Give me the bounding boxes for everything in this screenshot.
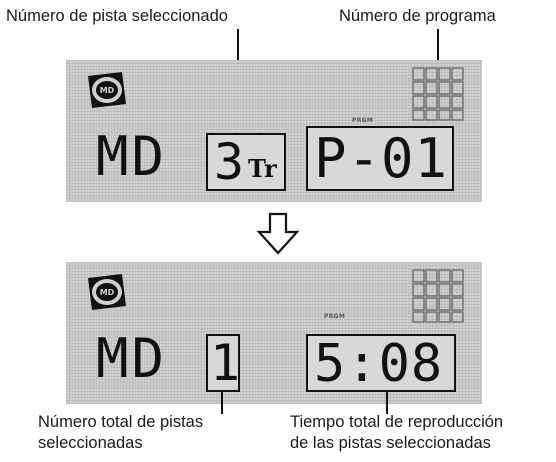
total-tracks-readout: 1 bbox=[210, 334, 241, 392]
total-time-label-line2: de las pistas seleccionadas bbox=[290, 434, 491, 452]
total-time-label-line1: Tiempo total de reproducción bbox=[290, 413, 504, 431]
minidisc-icon: MD bbox=[88, 274, 126, 310]
total-time-box: 5:08 bbox=[306, 334, 456, 392]
track-number-box: 3 Tr bbox=[206, 133, 286, 191]
total-tracks-label-line2: seleccionadas bbox=[38, 434, 143, 452]
prgm-indicator: PRGM bbox=[324, 313, 346, 320]
track-suffix: Tr bbox=[248, 154, 277, 183]
program-readout: P-01 bbox=[314, 127, 449, 190]
leader-line-total-tracks bbox=[221, 392, 223, 414]
track-grid-icon bbox=[412, 67, 464, 121]
program-number-label: Número de programa bbox=[339, 7, 496, 25]
program-number-box: P-01 bbox=[306, 126, 454, 191]
total-time-readout: 5:08 bbox=[314, 334, 444, 394]
track-number-readout: 3 bbox=[214, 133, 245, 191]
leader-line-total-time bbox=[386, 392, 388, 414]
prgm-indicator: PRGM bbox=[352, 117, 374, 124]
disc-icon-label: MD bbox=[100, 86, 115, 95]
source-readout: MD bbox=[96, 327, 168, 390]
lcd-display-bottom: MD PRGM MD 1 5:08 bbox=[66, 262, 482, 404]
hollow-down-arrow-icon bbox=[256, 212, 300, 255]
minidisc-icon: MD bbox=[88, 72, 126, 108]
lcd-display-top: MD PRGM MD 3 Tr P-01 bbox=[66, 60, 482, 202]
disc-icon-label: MD bbox=[100, 288, 115, 297]
total-tracks-label-line1: Número total de pistas bbox=[38, 413, 204, 431]
total-tracks-box: 1 bbox=[206, 334, 240, 392]
track-grid-icon bbox=[412, 269, 464, 323]
selected-track-number-label: Número de pista seleccionado bbox=[6, 7, 228, 25]
source-readout: MD bbox=[96, 125, 168, 188]
